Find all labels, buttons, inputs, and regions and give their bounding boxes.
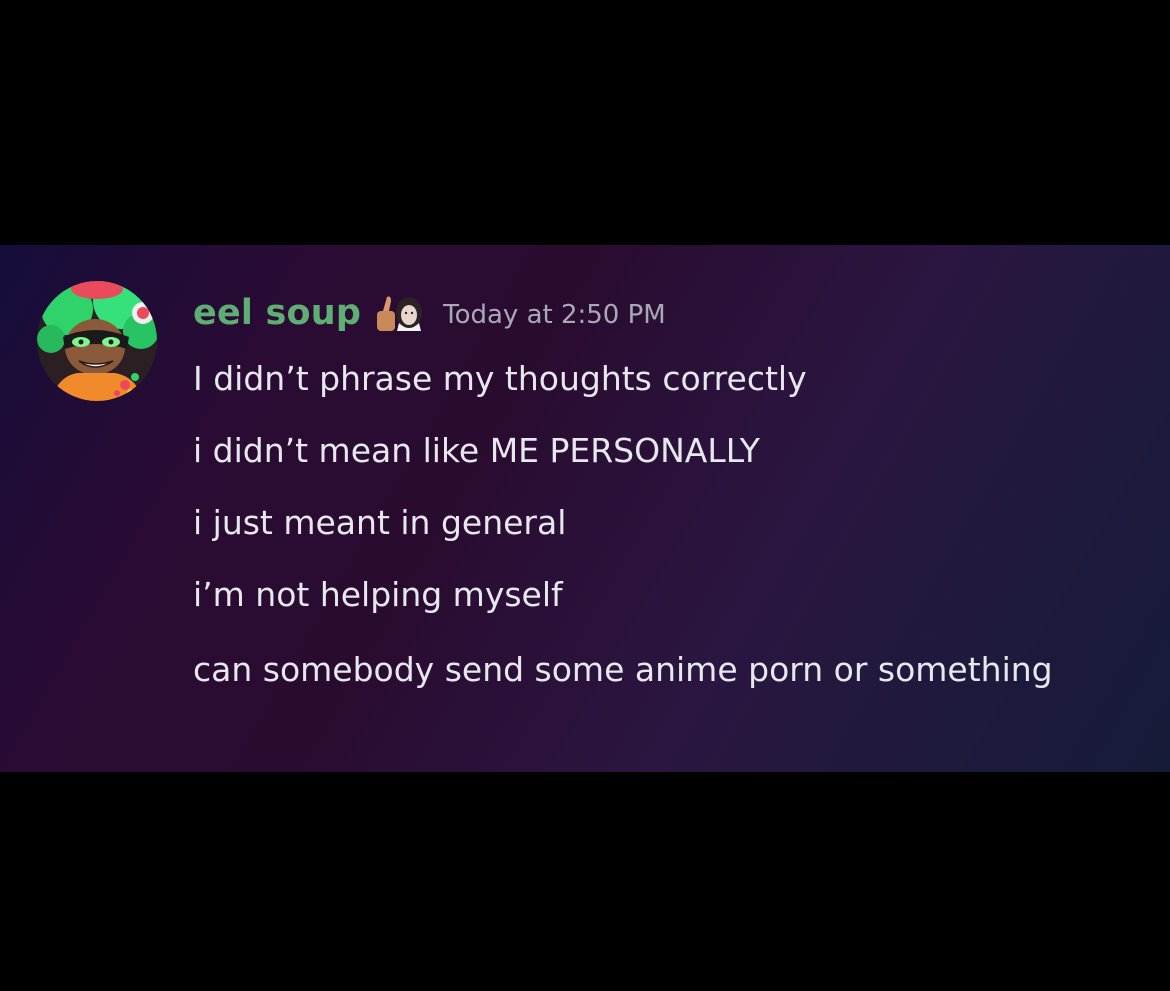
chat-message: eel soup Today at 2:50 PM I didn’t phras… [0,245,1170,772]
message-line: I didn’t phrase my thoughts correctly [193,359,807,398]
username[interactable]: eel soup [193,293,361,333]
screenshot-canvas: eel soup Today at 2:50 PM I didn’t phras… [0,0,1170,991]
message-line: i didn’t mean like ME PERSONALLY [193,431,760,470]
message-line: i just meant in general [193,503,567,542]
user-avatar[interactable] [37,281,157,401]
avatar-image-icon [37,281,157,401]
message-body: I didn’t phrase my thoughts correctly i … [193,357,1093,727]
message-line: can somebody send some anime porn or som… [193,650,1053,689]
message-header: eel soup Today at 2:50 PM [193,289,666,337]
message-line: i’m not helping myself [193,575,563,614]
message-timestamp: Today at 2:50 PM [443,300,666,330]
thumbs-up-emoji-icon [373,293,425,333]
